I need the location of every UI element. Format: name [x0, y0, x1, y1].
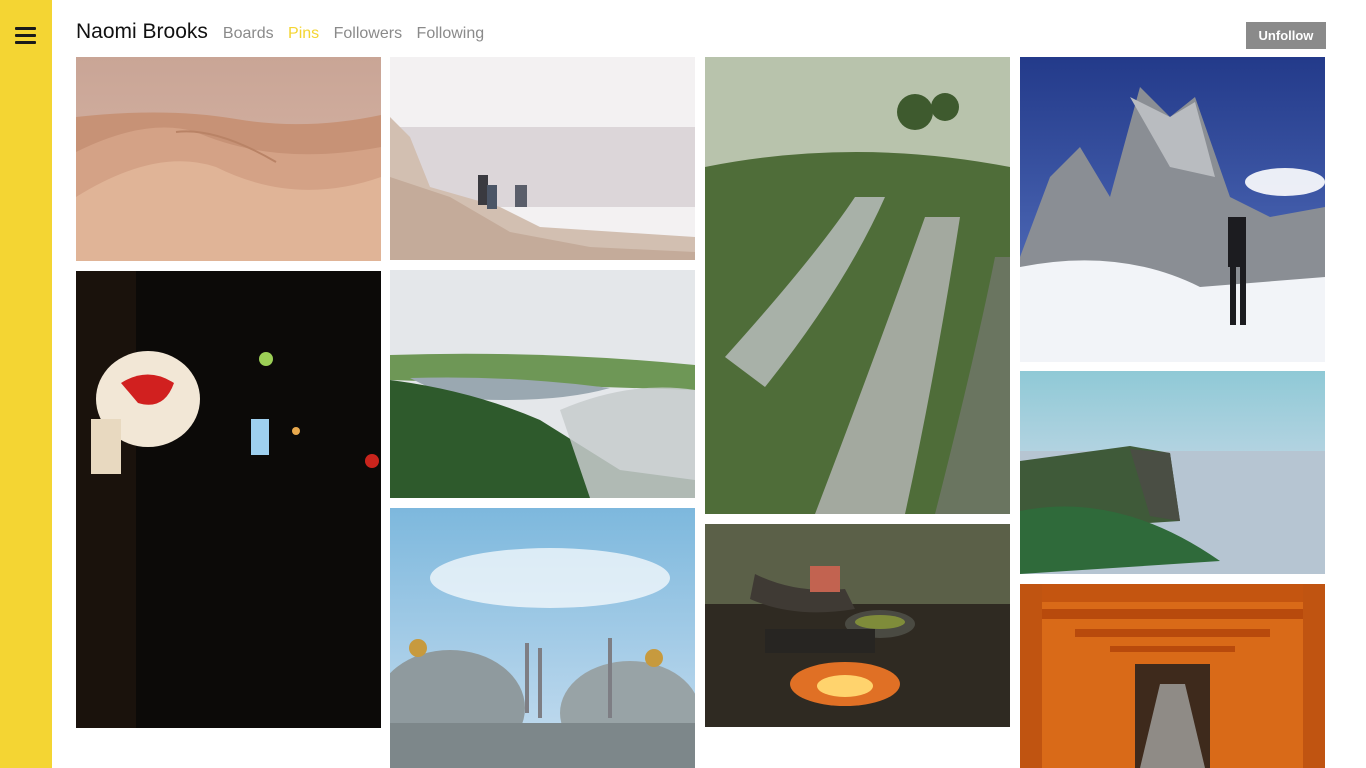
hamburger-menu-icon[interactable] [15, 27, 36, 45]
pin-lantern-alley[interactable] [76, 271, 381, 728]
pin-rice-terraces[interactable] [705, 57, 1010, 514]
tab-pins[interactable]: Pins [288, 25, 319, 42]
profile-name: Naomi Brooks [76, 20, 208, 43]
pin-campfire-cooking[interactable] [705, 524, 1010, 727]
tab-followers[interactable]: Followers [334, 25, 402, 42]
profile-header: Naomi Brooks Boards Pins Followers Follo… [76, 20, 494, 50]
pin-lake-valley[interactable] [390, 270, 695, 498]
tab-boards[interactable]: Boards [223, 25, 274, 42]
unfollow-button[interactable]: Unfollow [1246, 22, 1326, 49]
profile-nav: Boards Pins Followers Following [223, 25, 494, 43]
pin-mosque-domes[interactable] [390, 508, 695, 768]
pin-snowy-peak-hiker[interactable] [1020, 57, 1325, 362]
pin-desert-dunes[interactable] [76, 57, 381, 261]
pin-torii-gates[interactable] [1020, 584, 1325, 768]
sidebar [0, 0, 52, 768]
pin-cliff-overlook[interactable] [390, 57, 695, 260]
tab-following[interactable]: Following [417, 25, 485, 42]
pin-sea-cliffs[interactable] [1020, 371, 1325, 574]
